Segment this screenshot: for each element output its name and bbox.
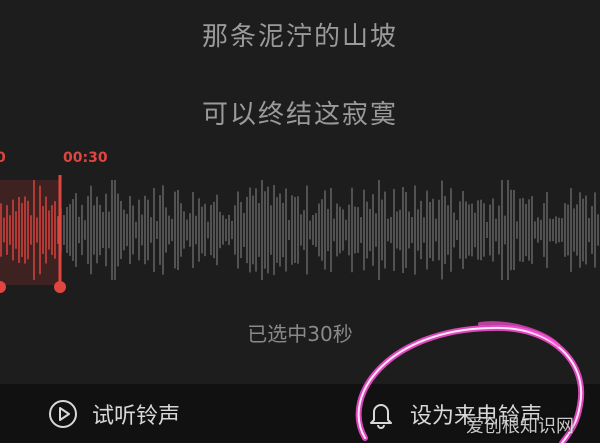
bell-icon <box>370 403 392 429</box>
lyric-line-1: 那条泥泞的山坡 <box>201 22 398 52</box>
preview-ringtone-label: 试听铃声 <box>92 403 181 429</box>
preview-ringtone-button[interactable]: 试听铃声 <box>48 384 180 443</box>
selection-region <box>0 180 60 285</box>
watermark: 爱创根知识网 <box>466 416 574 437</box>
waveform-area[interactable] <box>0 150 600 300</box>
selected-duration-text: 已选中30秒 <box>247 322 353 346</box>
lyric-line-2: 可以终结这寂寞 <box>201 100 398 130</box>
waveform[interactable] <box>0 150 600 300</box>
selection-end-handle-knob <box>54 281 66 293</box>
play-circle-icon <box>49 399 77 428</box>
